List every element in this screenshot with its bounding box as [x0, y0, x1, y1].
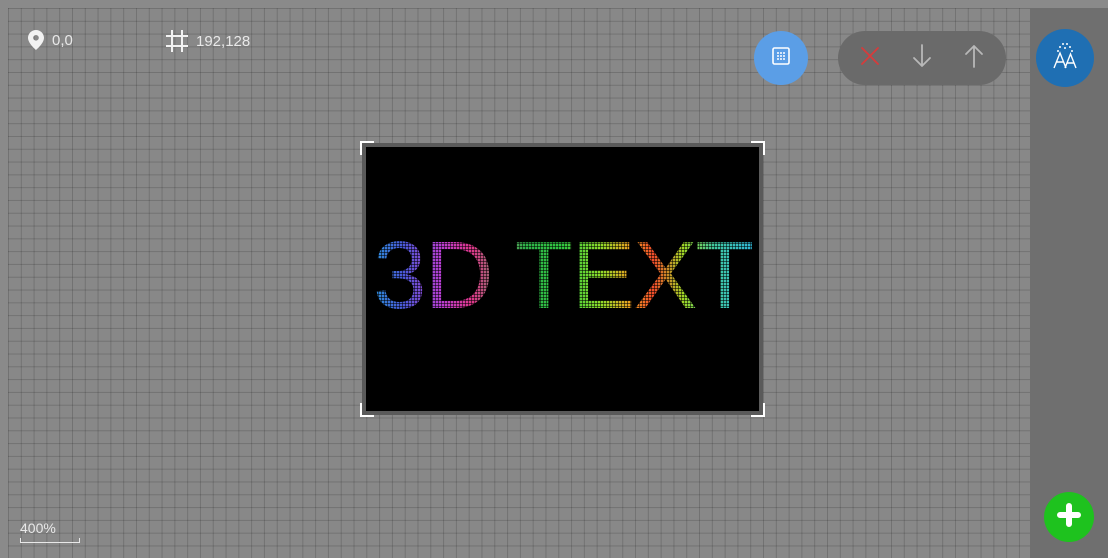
delete-button[interactable] — [848, 36, 892, 80]
layer-arrange-toolbar — [838, 31, 1006, 85]
grid-toggle-button[interactable] — [754, 31, 808, 85]
display-text: 3D TEXT — [373, 222, 754, 329]
crop-frame-icon — [166, 30, 188, 52]
resize-handle-bottom-left[interactable] — [360, 403, 374, 417]
zoom-scale-bar — [20, 538, 80, 543]
grid-dots-icon — [772, 46, 790, 70]
led-display-frame[interactable]: 3D TEXT — [360, 141, 765, 417]
move-down-button[interactable] — [900, 36, 944, 80]
zoom-level: 400% — [20, 520, 56, 536]
plus-icon — [1056, 502, 1082, 533]
arrow-up-icon — [963, 43, 985, 74]
font-settings-button[interactable] — [1036, 29, 1094, 87]
resize-handle-top-right[interactable] — [751, 141, 765, 155]
size-readout: 192,128 — [166, 30, 250, 52]
add-button[interactable] — [1044, 492, 1094, 542]
led-display-screen: 3D TEXT — [366, 147, 759, 411]
right-side-panel — [1030, 8, 1108, 558]
location-pin-icon — [28, 30, 44, 50]
resize-handle-top-left[interactable] — [360, 141, 374, 155]
position-value: 0,0 — [52, 31, 73, 49]
arrow-down-icon — [911, 43, 933, 74]
position-readout: 0,0 — [28, 30, 73, 50]
close-icon — [859, 45, 881, 72]
font-style-icon — [1050, 41, 1080, 76]
move-up-button[interactable] — [952, 36, 996, 80]
size-value: 192,128 — [196, 32, 251, 50]
resize-handle-bottom-right[interactable] — [751, 403, 765, 417]
